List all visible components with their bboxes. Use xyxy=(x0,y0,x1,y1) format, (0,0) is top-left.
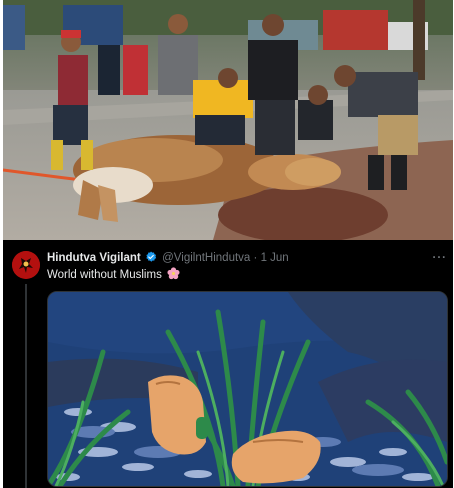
tweet-card[interactable]: Hindutva Vigilant @VigilntHindutva · 1 J… xyxy=(3,240,453,488)
news-photo xyxy=(3,0,453,240)
separator-dot: · xyxy=(253,252,258,264)
tweet-date[interactable]: 1 Jun xyxy=(261,252,289,264)
verified-badge-icon xyxy=(146,251,157,262)
more-options-icon[interactable]: ··· xyxy=(433,249,448,267)
tweet-text-content: World without Muslims xyxy=(47,269,162,281)
tweet-header: Hindutva Vigilant @VigilntHindutva · 1 J… xyxy=(47,249,447,267)
drowning-hands-illustration xyxy=(48,292,447,486)
tweet-media-image[interactable] xyxy=(47,291,448,487)
handle[interactable]: @VigilntHindutva xyxy=(162,252,250,264)
thread-line xyxy=(25,284,27,488)
avatar[interactable] xyxy=(12,251,40,279)
news-photo-illustration xyxy=(3,0,453,240)
cherry-blossom-icon xyxy=(167,267,180,280)
avatar-logo-icon xyxy=(12,251,40,279)
tweet-text: World without Muslims xyxy=(47,266,180,284)
display-name[interactable]: Hindutva Vigilant xyxy=(47,252,141,264)
